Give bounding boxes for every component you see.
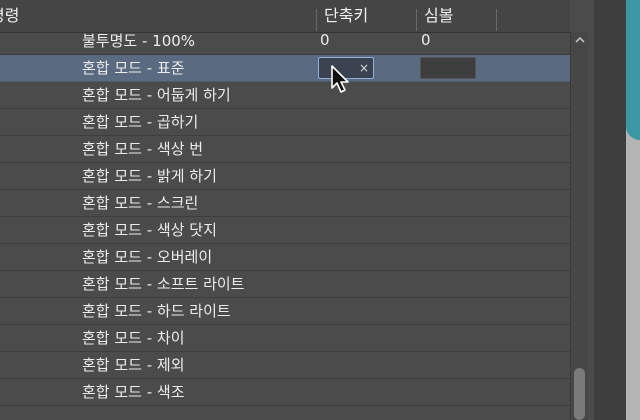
table-row[interactable]: 혼합 모드 - 스크린 xyxy=(0,190,570,217)
command-label: 혼합 모드 - 표준 xyxy=(82,59,185,77)
symbol-input[interactable] xyxy=(420,57,476,79)
canvas-preview xyxy=(626,0,640,140)
command-label: 혼합 모드 - 곱하기 xyxy=(82,113,199,131)
command-label: 혼합 모드 - 차이 xyxy=(82,329,185,347)
command-label: 혼합 모드 - 오버레이 xyxy=(82,248,213,266)
shortcut-value[interactable]: 0 xyxy=(320,28,330,55)
command-label: 혼합 모드 - 하드 라이트 xyxy=(82,302,231,320)
scrollbar-thumb[interactable] xyxy=(574,368,585,420)
table-row[interactable]: 혼합 모드 - 색조 xyxy=(0,379,570,406)
table-row[interactable]: 혼합 모드 - 색상 번 xyxy=(0,136,570,163)
table-row[interactable]: 혼합 모드 - 오버레이 xyxy=(0,244,570,271)
command-label: 혼합 모드 - 스크린 xyxy=(82,194,199,212)
table-row[interactable]: 혼합 모드 - 소프트 라이트 xyxy=(0,271,570,298)
command-label: 혼합 모드 - 색상 닷지 xyxy=(82,221,217,239)
command-label: 불투명도 - 100% xyxy=(82,32,196,50)
command-label: 혼합 모드 - 색조 xyxy=(82,383,185,401)
table-row[interactable]: 혼합 모드 - 곱하기 xyxy=(0,109,570,136)
chevron-up-icon[interactable] xyxy=(574,34,586,46)
shortcut-settings-panel: 명령 단축키 심볼 불투명도 - 100% 0 0 혼합 모드 - 표준 × 혼… xyxy=(0,0,594,420)
table-row[interactable]: 혼합 모드 - 색상 닷지 xyxy=(0,217,570,244)
table-row[interactable]: 혼합 모드 - 제외 xyxy=(0,352,570,379)
adjacent-panel-divider xyxy=(594,0,626,420)
command-label: 혼합 모드 - 어둡게 하기 xyxy=(82,86,231,104)
command-label: 혼합 모드 - 소프트 라이트 xyxy=(82,275,245,293)
table-row-selected[interactable]: 혼합 모드 - 표준 × xyxy=(0,55,570,82)
table-row[interactable]: 불투명도 - 100% 0 0 xyxy=(0,28,570,55)
command-label: 혼합 모드 - 색상 번 xyxy=(82,140,204,158)
vertical-scrollbar[interactable] xyxy=(570,32,588,420)
command-label: 혼합 모드 - 밝게 하기 xyxy=(82,167,217,185)
symbol-value[interactable]: 0 xyxy=(421,28,431,55)
mouse-cursor-icon xyxy=(331,65,349,93)
command-label: 혼합 모드 - 제외 xyxy=(82,356,185,374)
table-row[interactable]: 혼합 모드 - 하드 라이트 xyxy=(0,298,570,325)
table-row[interactable]: 혼합 모드 - 어둡게 하기 xyxy=(0,82,570,109)
clear-shortcut-button[interactable]: × xyxy=(359,59,369,77)
table-row[interactable]: 혼합 모드 - 밝게 하기 xyxy=(0,163,570,190)
table-row[interactable]: 혼합 모드 - 차이 xyxy=(0,325,570,352)
